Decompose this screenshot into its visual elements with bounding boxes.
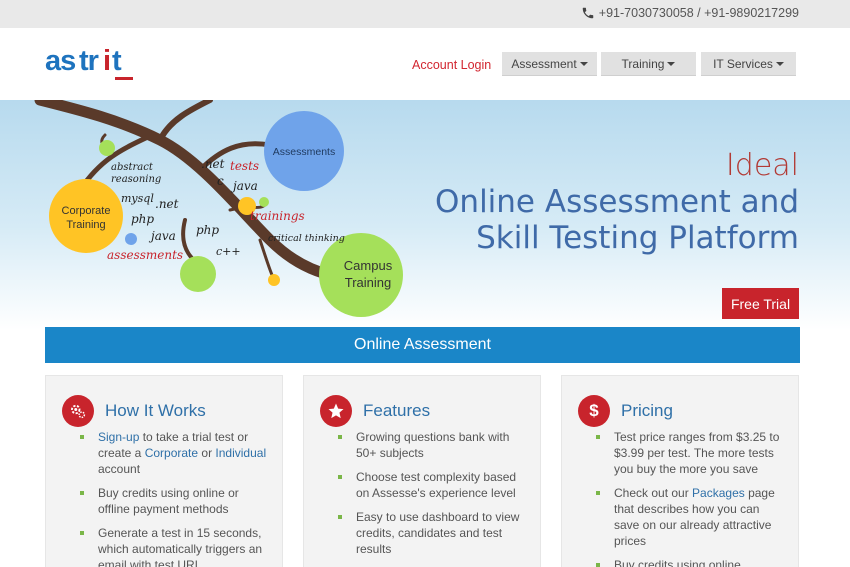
contact-phone: +91-7030730058 / +91-9890217299 <box>581 6 799 20</box>
svg-text:.net: .net <box>201 157 225 171</box>
caret-down-icon <box>775 61 784 66</box>
star-icon <box>320 395 352 427</box>
svg-text:mysql: mysql <box>121 192 154 205</box>
svg-text:c: c <box>217 174 224 188</box>
svg-text:i: i <box>103 46 110 77</box>
corporate-link[interactable]: Corporate <box>145 446 198 460</box>
svg-text:.net: .net <box>155 197 179 211</box>
svg-text:java: java <box>148 229 176 243</box>
online-assessment-banner: Online Assessment <box>45 327 800 363</box>
features-list: Growing questions bank with 50+ subjects… <box>338 429 528 565</box>
phone-icon <box>582 7 594 19</box>
corporate-bubble-label-2: Training <box>66 219 105 231</box>
individual-link[interactable]: Individual <box>215 446 266 460</box>
card-header: How It Works <box>62 395 206 427</box>
svg-text:reasoning: reasoning <box>111 174 161 185</box>
tagline-main: Online Assessment and Skill Testing Plat… <box>435 184 799 256</box>
svg-text:c++: c++ <box>216 245 241 258</box>
list-item: Buy credits using online or offline paym… <box>80 485 270 517</box>
list-item: Test price ranges from $3.25 to $3.99 pe… <box>596 429 786 477</box>
account-login-link[interactable]: Account Login <box>412 58 491 72</box>
assessments-bubble-label: Assessments <box>273 146 335 158</box>
card-header: Features <box>320 395 430 427</box>
list-item: Growing questions bank with 50+ subjects <box>338 429 528 461</box>
svg-text:as: as <box>45 46 75 77</box>
tagline-line-2: Skill Testing Platform <box>476 220 799 256</box>
tagline-line-1: Online Assessment and <box>435 184 799 220</box>
dollar-icon: $ <box>578 395 610 427</box>
nav-assessment-dropdown[interactable]: Assessment <box>502 52 597 76</box>
top-bar: +91-7030730058 / +91-9890217299 <box>0 0 850 28</box>
svg-text:abstract: abstract <box>111 162 154 173</box>
how-it-works-card: How It Works Sign-up to take a trial tes… <box>45 375 283 567</box>
list-item: Generate a test in 15 seconds, which aut… <box>80 525 270 567</box>
gears-icon <box>62 395 94 427</box>
svg-text:php: php <box>131 212 154 226</box>
card-title: Pricing <box>621 401 673 420</box>
phone-numbers: +91-7030730058 / +91-9890217299 <box>598 6 799 20</box>
svg-text:tests: tests <box>230 159 259 173</box>
campus-bubble-label-2: Training <box>345 275 391 290</box>
list-item: Sign-up to take a trial test or create a… <box>80 429 270 477</box>
list-item: Easy to use dashboard to view credits, c… <box>338 509 528 557</box>
packages-link[interactable]: Packages <box>692 486 745 500</box>
svg-text:t: t <box>112 46 122 77</box>
card-header: $ Pricing <box>578 395 673 427</box>
svg-text:java: java <box>230 179 258 193</box>
hero-section: Assessments Corporate Training Campus Tr… <box>0 100 850 330</box>
svg-text:trainings: trainings <box>250 209 305 223</box>
features-card: Features Growing questions bank with 50+… <box>303 375 541 567</box>
nav-training-label: Training <box>621 56 665 71</box>
astrit-logo[interactable]: as tr i t <box>45 46 137 82</box>
pricing-list: Test price ranges from $3.25 to $3.99 pe… <box>596 429 786 567</box>
nav-training-dropdown[interactable]: Training <box>601 52 696 76</box>
nav-it-services-label: IT Services <box>713 56 773 71</box>
svg-text:php: php <box>196 223 219 237</box>
card-title: Features <box>363 401 431 420</box>
nav-it-services-dropdown[interactable]: IT Services <box>701 52 796 76</box>
site-header: as tr i t Account Login Assessment Train… <box>0 28 850 100</box>
card-title: How It Works <box>105 401 206 420</box>
pricing-card: $ Pricing Test price ranges from $3.25 t… <box>561 375 799 567</box>
list-item: Check out our Packages page that describ… <box>596 485 786 549</box>
list-item: Choose test complexity based on Assesse'… <box>338 469 528 501</box>
how-it-works-list: Sign-up to take a trial test or create a… <box>80 429 270 567</box>
svg-text:critical thinking: critical thinking <box>268 233 345 244</box>
svg-text:assessments: assessments <box>107 248 183 262</box>
caret-down-icon <box>667 61 676 66</box>
corporate-bubble-label-1: Corporate <box>62 205 111 217</box>
nav-assessment-label: Assessment <box>511 56 577 71</box>
campus-bubble-label-1: Campus <box>344 258 393 273</box>
caret-down-icon <box>579 61 588 66</box>
signup-link[interactable]: Sign-up <box>98 430 139 444</box>
free-trial-button[interactable]: Free Trial <box>722 288 799 319</box>
list-item: Buy credits using online <box>596 557 786 567</box>
skills-tree-illustration: Assessments Corporate Training Campus Tr… <box>34 100 403 317</box>
svg-text:tr: tr <box>79 46 99 77</box>
tagline-ideal: Ideal <box>725 148 799 183</box>
